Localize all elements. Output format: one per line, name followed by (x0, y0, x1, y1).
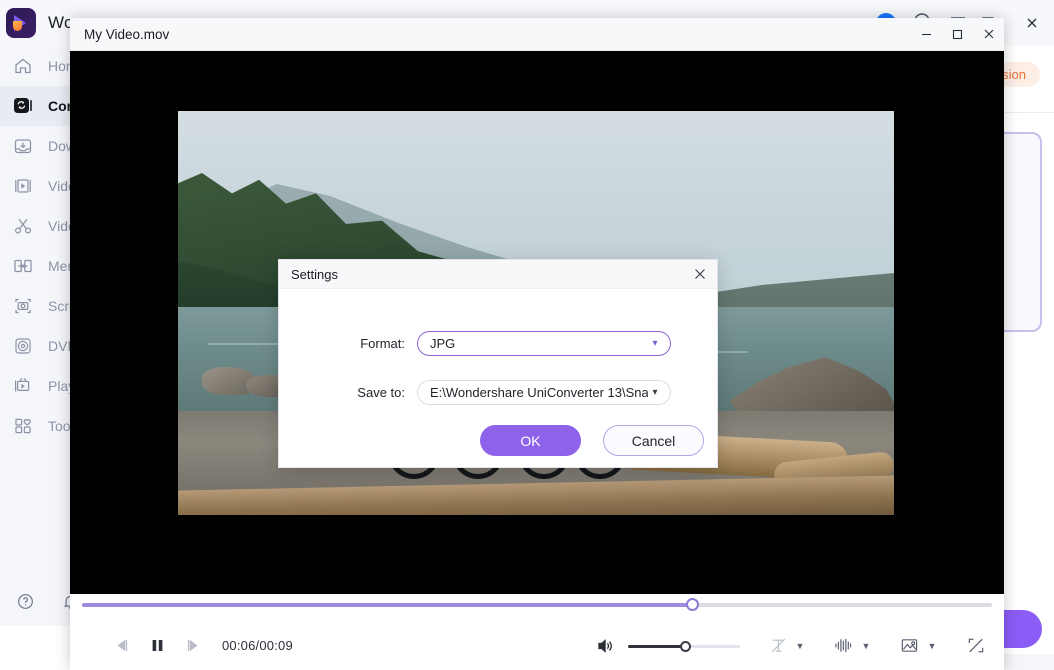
dvd-icon (12, 335, 34, 357)
volume-slider[interactable] (628, 637, 740, 655)
progress-handle[interactable] (685, 598, 699, 611)
chevron-down-icon[interactable]: ▼ (860, 640, 872, 652)
screen-recorder-icon (12, 295, 34, 317)
volume-handle[interactable] (680, 640, 691, 652)
saveto-select[interactable]: E:\Wondershare UniConverter 13\Snapshot … (417, 380, 671, 405)
dialog-titlebar: Settings (279, 260, 717, 289)
format-label: Format: (360, 336, 405, 351)
format-select[interactable]: JPG ▾ (417, 331, 671, 356)
format-field-row: Format: JPG ▾ (279, 331, 719, 356)
subtitle-icon[interactable] (766, 634, 790, 658)
maximize-icon[interactable] (942, 18, 973, 51)
toolbox-icon (12, 415, 34, 437)
video-stage[interactable]: Settings Format: JPG ▾ Save to: E:\Wonde… (70, 51, 1004, 594)
player-right-controls: ▼ ▼ ▼ (592, 633, 988, 659)
download-icon (12, 135, 34, 157)
snapshot-control-group[interactable]: ▼ (898, 634, 938, 658)
audio-track-icon[interactable] (832, 634, 856, 658)
playback-progress-slider[interactable] (70, 594, 1004, 622)
video-player-window: My Video.mov Settings Format: JPG ▾ Save… (70, 18, 1004, 670)
chevron-down-icon[interactable]: ▼ (794, 640, 806, 652)
close-icon[interactable] (973, 18, 1004, 51)
previous-frame-icon[interactable] (106, 631, 136, 661)
time-display: 00:06/00:09 (222, 638, 293, 653)
minimize-icon[interactable] (911, 18, 942, 51)
close-icon[interactable] (683, 260, 717, 289)
player-window-controls (911, 18, 1004, 51)
pause-icon[interactable] (142, 631, 172, 661)
format-value: JPG (430, 336, 456, 351)
ok-button[interactable]: OK (480, 425, 581, 456)
player-titlebar: My Video.mov (70, 18, 1004, 51)
player-icon (12, 375, 34, 397)
player-controls-bar: 00:06/00:09 ▼ ▼ ▼ (70, 622, 1004, 669)
settings-dialog: Settings Format: JPG ▾ Save to: E:\Wonde… (278, 259, 718, 468)
volume-icon[interactable] (592, 633, 618, 659)
home-icon (12, 55, 34, 77)
next-frame-icon[interactable] (178, 631, 208, 661)
scissors-icon (12, 215, 34, 237)
chevron-down-icon[interactable]: ▼ (926, 640, 938, 652)
saveto-label: Save to: (357, 385, 405, 400)
converter-icon (12, 95, 34, 117)
saveto-field-row: Save to: E:\Wondershare UniConverter 13\… (279, 380, 719, 405)
progress-fill (82, 603, 692, 607)
help-icon[interactable] (16, 592, 35, 616)
dialog-body: Format: JPG ▾ Save to: E:\Wondershare Un… (279, 289, 717, 469)
wondershare-logo-icon (6, 8, 36, 38)
dialog-buttons: OK Cancel (279, 425, 719, 456)
chevron-down-icon: ▾ (652, 338, 658, 349)
saveto-value: E:\Wondershare UniConverter 13\Snapshot (430, 385, 648, 400)
progress-track[interactable] (82, 598, 992, 611)
fullscreen-icon[interactable] (964, 634, 988, 658)
cancel-button[interactable]: Cancel (603, 425, 704, 456)
merge-icon (12, 255, 34, 277)
dialog-title: Settings (291, 266, 338, 282)
player-title-label: My Video.mov (84, 26, 170, 42)
subtitle-control-group[interactable]: ▼ (766, 634, 806, 658)
app-close-icon[interactable] (1010, 0, 1054, 46)
snapshot-icon[interactable] (898, 634, 922, 658)
fullscreen-control-group[interactable] (964, 634, 988, 658)
volume-fill (628, 644, 686, 648)
chevron-down-icon: ▾ (652, 387, 658, 398)
audio-track-control-group[interactable]: ▼ (832, 634, 872, 658)
video-editor-icon (12, 175, 34, 197)
